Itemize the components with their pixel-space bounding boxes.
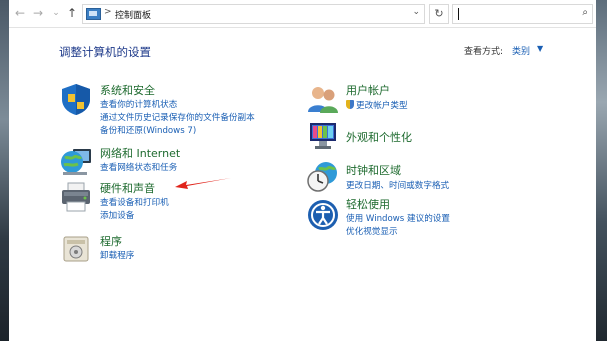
- link-network-status[interactable]: 查看网络状态和任务: [100, 161, 177, 173]
- category-appearance-personalization[interactable]: 外观和个性化: [346, 129, 412, 145]
- globe-network-icon[interactable]: [59, 143, 93, 177]
- address-bar-row: ← → ⌄ ↑ > 控制面板 ⌄ ↻ ⌕: [9, 0, 596, 28]
- address-dropdown-icon[interactable]: ⌄: [412, 7, 420, 17]
- page-title: 调整计算机的设置: [59, 45, 151, 59]
- link-uninstall-program[interactable]: 卸载程序: [100, 249, 134, 261]
- desktop-background-left: [0, 0, 9, 341]
- user-accounts-icon[interactable]: [306, 82, 340, 116]
- link-backup-restore[interactable]: 备份和还原(Windows 7): [100, 124, 196, 136]
- forward-button[interactable]: →: [31, 6, 45, 20]
- category-user-accounts[interactable]: 用户帐户: [346, 82, 390, 98]
- search-icon[interactable]: ⌕: [582, 7, 588, 18]
- printer-icon[interactable]: [59, 180, 93, 214]
- view-by-label: 查看方式:: [464, 47, 504, 57]
- control-panel-window: ← → ⌄ ↑ > 控制面板 ⌄ ↻ ⌕ 调整计算机的设置 查看方式: 类别 ▼…: [9, 0, 596, 341]
- uac-shield-icon: [346, 100, 354, 109]
- up-button[interactable]: ↑: [65, 6, 79, 20]
- view-by-caret-icon[interactable]: ▼: [537, 44, 543, 53]
- link-change-account-type[interactable]: 更改帐户类型: [346, 99, 408, 111]
- category-network-internet[interactable]: 网络和 Internet: [100, 145, 180, 161]
- appearance-icon[interactable]: [306, 119, 340, 153]
- search-input[interactable]: ⌕: [452, 4, 593, 24]
- ease-of-access-icon[interactable]: [306, 198, 340, 232]
- category-hardware-sound[interactable]: 硬件和声音: [100, 180, 155, 196]
- breadcrumb-control-panel[interactable]: 控制面板: [115, 8, 151, 21]
- link-change-date-time-format[interactable]: 更改日期、时间或数字格式: [346, 179, 449, 191]
- text-cursor: [458, 8, 459, 20]
- address-field[interactable]: > 控制面板 ⌄: [82, 4, 425, 24]
- recent-locations-button[interactable]: ⌄: [49, 6, 63, 20]
- link-recommended-settings[interactable]: 使用 Windows 建议的设置: [346, 212, 450, 224]
- view-by-dropdown[interactable]: 类别: [512, 44, 530, 57]
- category-system-security[interactable]: 系统和安全: [100, 82, 155, 98]
- category-ease-of-access[interactable]: 轻松使用: [346, 196, 390, 212]
- link-view-computer-status[interactable]: 查看你的计算机状态: [100, 98, 177, 110]
- link-devices-printers[interactable]: 查看设备和打印机: [100, 196, 169, 208]
- category-programs[interactable]: 程序: [100, 233, 122, 249]
- programs-icon[interactable]: [59, 231, 93, 265]
- clock-region-icon[interactable]: [306, 159, 340, 193]
- link-file-history[interactable]: 通过文件历史记录保存你的文件备份副本: [100, 111, 255, 123]
- link-optimize-display[interactable]: 优化视觉显示: [346, 225, 398, 237]
- refresh-icon: ↻: [434, 7, 444, 20]
- annotation-arrow: [175, 178, 231, 189]
- shield-icon[interactable]: [59, 82, 93, 116]
- link-change-account-type-label: 更改帐户类型: [356, 101, 408, 111]
- breadcrumb-separator: >: [104, 7, 112, 17]
- link-add-device[interactable]: 添加设备: [100, 209, 134, 221]
- back-button[interactable]: ←: [13, 6, 27, 20]
- desktop-background-right: [596, 0, 607, 341]
- control-panel-icon: [86, 8, 101, 20]
- category-clock-region[interactable]: 时钟和区域: [346, 162, 401, 178]
- refresh-button[interactable]: ↻: [429, 4, 449, 24]
